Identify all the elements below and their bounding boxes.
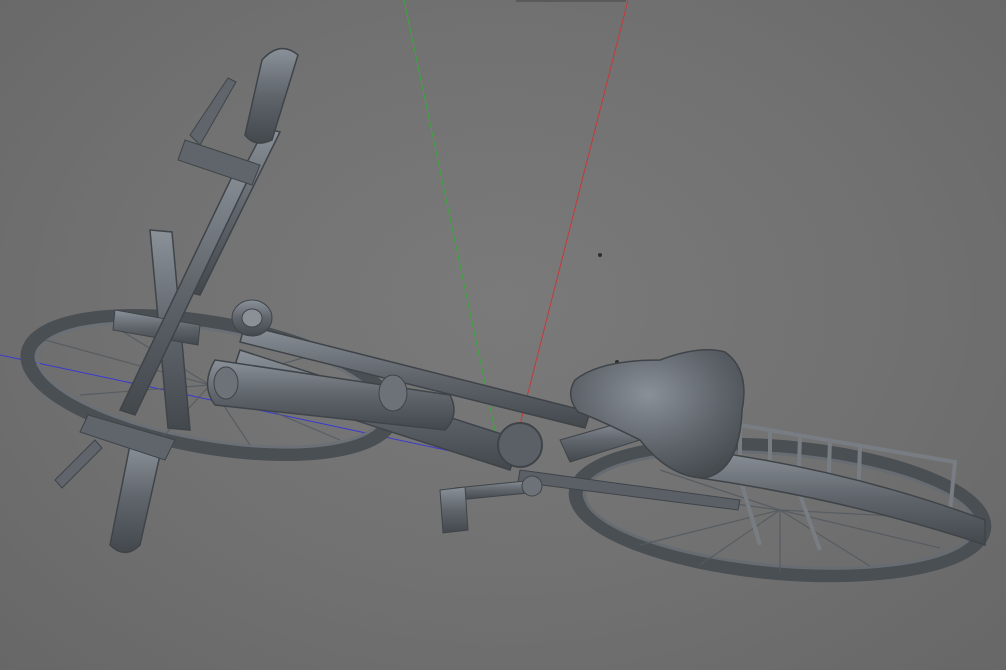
viewport-canvas[interactable]	[0, 0, 1006, 670]
saddle	[569, 349, 745, 479]
left-grip	[109, 443, 161, 554]
3d-viewport[interactable]	[0, 0, 1006, 670]
headlight[interactable]	[231, 299, 273, 337]
scene-point	[598, 253, 602, 257]
chainring	[497, 422, 543, 468]
pedal	[439, 486, 469, 534]
brake-lever-right	[189, 77, 237, 146]
brake-lever-left	[54, 439, 103, 489]
right-grip	[244, 47, 299, 144]
handlebar[interactable]	[54, 47, 299, 554]
